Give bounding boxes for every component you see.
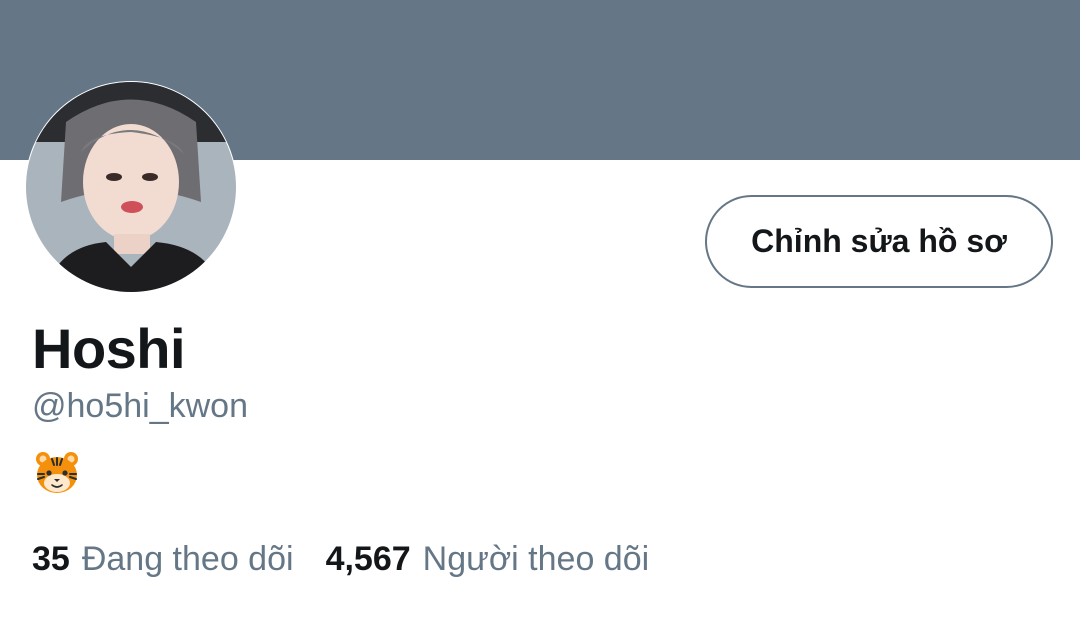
- follow-stats: 35 Đang theo dõi 4,567 Người theo dõi: [32, 540, 649, 579]
- avatar-image: [26, 82, 236, 292]
- bio-tiger-icon: [32, 448, 82, 498]
- edit-profile-button[interactable]: Chỉnh sửa hồ sơ: [705, 195, 1053, 288]
- avatar[interactable]: [25, 81, 237, 293]
- following-count: 35: [32, 540, 70, 578]
- display-name: Hoshi: [32, 317, 186, 380]
- followers-stat[interactable]: 4,567 Người theo dõi: [326, 540, 650, 579]
- profile-header: Chỉnh sửa hồ sơ Hoshi @ho5hi_kwon 35 Đan…: [0, 0, 1080, 621]
- tiger-face-icon: [36, 452, 78, 493]
- followers-label: Người theo dõi: [422, 540, 650, 578]
- username-handle: @ho5hi_kwon: [32, 387, 248, 425]
- following-label: Đang theo dõi: [81, 540, 294, 578]
- following-stat[interactable]: 35 Đang theo dõi: [32, 540, 294, 579]
- followers-count: 4,567: [325, 540, 411, 578]
